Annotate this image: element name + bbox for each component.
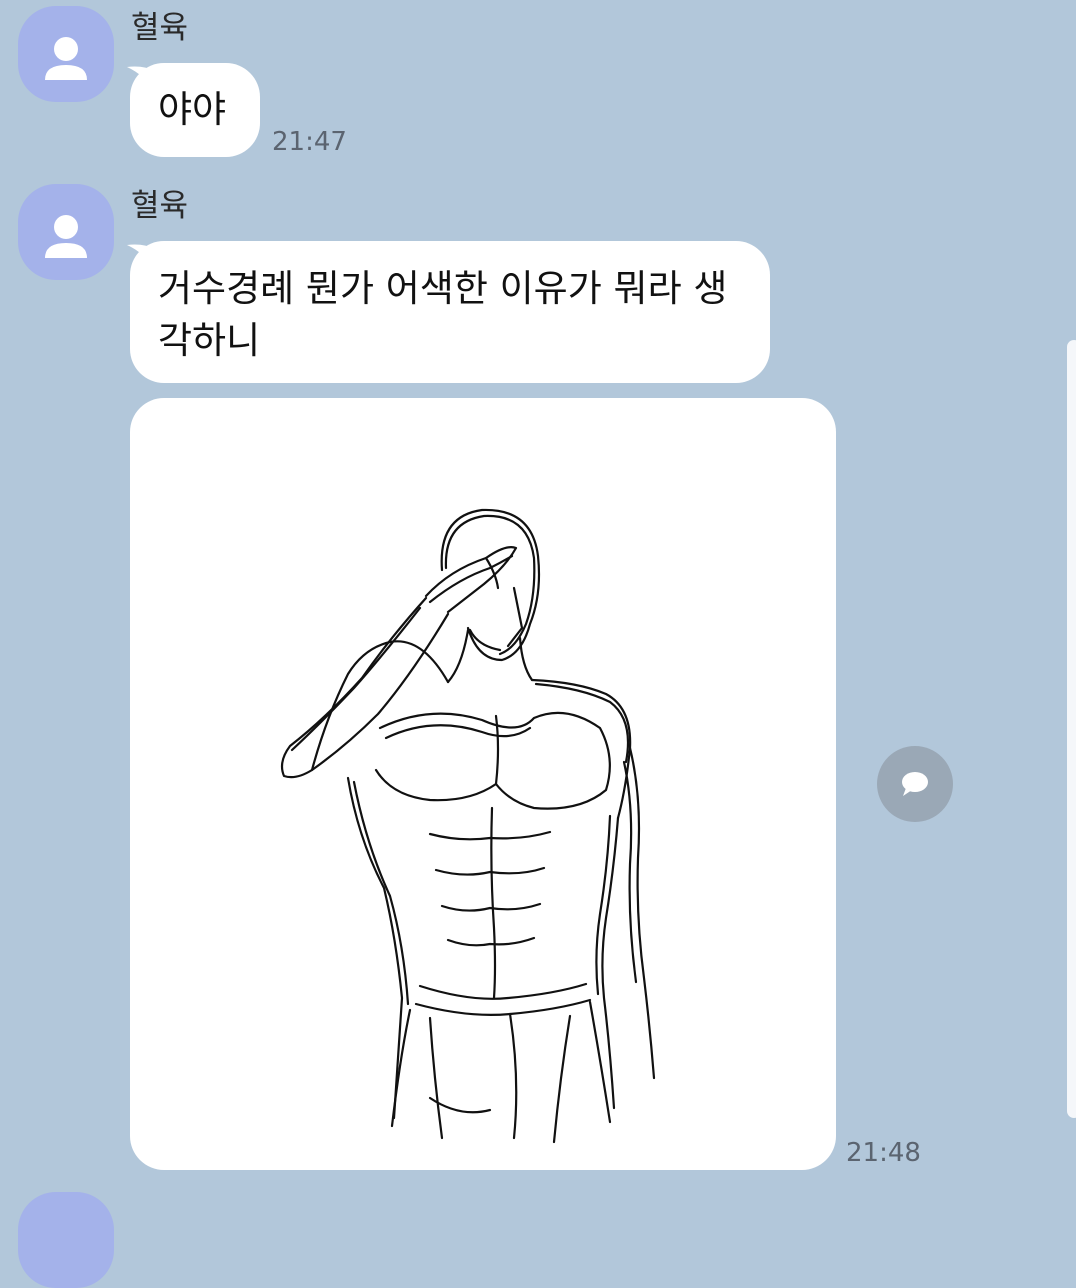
share-button[interactable] — [877, 746, 953, 822]
message-bubble[interactable]: 거수경례 뭔가 어색한 이유가 뭐라 생각하니 — [130, 241, 770, 383]
sender-name: 혈육 — [131, 10, 189, 46]
image-attachment[interactable] — [130, 398, 836, 1170]
message-bubble[interactable]: 야야 — [130, 63, 260, 157]
message-time: 21:47 — [272, 127, 347, 157]
chat-bubble-icon — [902, 772, 928, 796]
sender-avatar[interactable] — [18, 1192, 114, 1288]
sender-avatar[interactable] — [18, 6, 114, 102]
chat-area[interactable]: 혈육 야야 21:47 혈육 거수경례 뭔가 어색한 이유가 뭐라 생각하니 2… — [0, 0, 1076, 1288]
sender-avatar[interactable] — [18, 184, 114, 280]
salute-sketch-image — [280, 508, 656, 1144]
message-time: 21:48 — [846, 1138, 921, 1168]
person-icon — [45, 215, 87, 258]
message-text: 거수경례 뭔가 어색한 이유가 뭐라 생각하니 — [158, 267, 728, 362]
scrollbar[interactable] — [1067, 340, 1076, 1118]
sender-name: 혈육 — [131, 188, 189, 224]
message-text: 야야 — [158, 88, 227, 131]
person-icon — [45, 37, 87, 80]
